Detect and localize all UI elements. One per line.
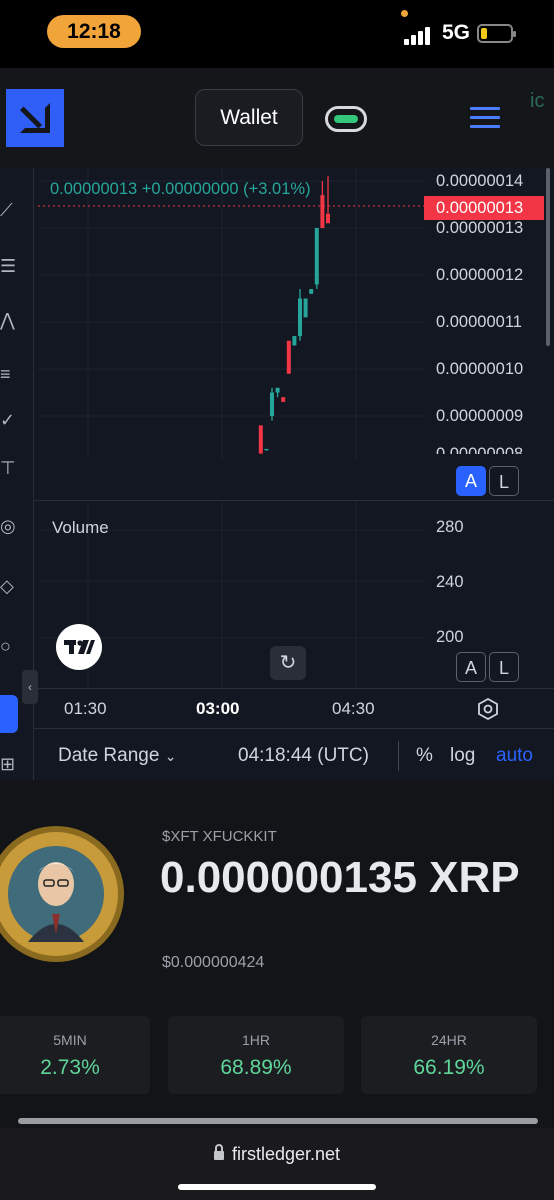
candle-body [270,392,274,416]
price-label: 0.00000009 [436,407,524,425]
emoji-icon[interactable]: ◎ [0,514,18,538]
candle-body [309,289,314,294]
stat-card-1hr[interactable]: 1HR 68.89% [168,1016,344,1094]
volume-scale-label: 240 [436,573,464,591]
app-header: Wallet ic [0,68,554,168]
price-chart-widget[interactable]: ⟋ ☰ ⋀ ≡ ✓ ⊤ ◎ ◇ ○ ⊞ ‹ 0.00000013 +0.0000… [0,168,554,780]
hamburger-menu-icon[interactable] [470,107,500,129]
date-range-dropdown[interactable]: Date Range ⌄ [58,745,176,767]
stat-value: 2.73% [40,1056,100,1079]
stat-label: 24HR [431,1032,467,1048]
candle-body [264,448,269,451]
candle-body [292,336,297,346]
chevron-down-icon: ⌄ [164,748,177,764]
browser-address-bar[interactable]: firstledger.net [0,1128,554,1200]
volume-auto-scale-button[interactable]: A [456,652,486,682]
log-scale-toggle[interactable]: log [450,745,475,767]
price-scale[interactable]: 0.00000014 0.00000013 0.00000013 0.00000… [424,168,554,460]
candle-body [303,298,308,318]
chart-legend: 0.00000013 +0.00000000 (+3.01%) [50,180,311,198]
price-label: 0.00000011 [436,313,522,331]
status-bar: 12:18 5G [0,0,554,68]
volume-scale-label: 200 [436,628,464,646]
candle-body [281,397,286,402]
brush-icon[interactable]: ✓ [0,408,18,432]
price-label: 0.00000008 [436,445,524,454]
projection-icon[interactable]: ≡ [0,362,18,386]
wallet-button[interactable]: Wallet [195,89,303,146]
privacy-indicator-dot [401,10,408,17]
token-info-section: $XFT XFUCKKIT 0.000000135 XRP $0.0000004… [0,780,554,1200]
pattern-icon[interactable]: ⋀ [0,308,18,332]
volume-scale-label: 280 [436,518,464,536]
volume-log-scale-button[interactable]: L [489,652,519,682]
price-label: 0.00000012 [436,266,524,284]
price-label: 0.00000010 [436,360,524,378]
battery-icon [477,24,516,43]
stat-label: 5MIN [53,1032,87,1048]
candle-body [258,425,263,454]
zoom-icon[interactable]: ○ [0,634,18,658]
firstledger-logo[interactable] [6,89,64,147]
last-price-tag: 0.00000013 [424,196,544,220]
auto-scale-toggle[interactable]: auto [496,745,533,767]
trend-line-icon[interactable]: ⟋ [0,198,18,222]
price-label: 0.00000013 [436,219,524,237]
utc-clock[interactable]: 04:18:44 (UTC) [238,745,369,767]
fib-retracement-icon[interactable]: ☰ [0,254,18,278]
stat-card-24hr[interactable]: 24HR 66.19% [361,1016,537,1094]
token-avatar [0,826,124,962]
time-label: 03:00 [196,699,240,718]
page-scrollbar[interactable] [546,168,550,346]
tradingview-logo[interactable] [56,624,102,670]
stat-value: 66.19% [413,1056,485,1079]
candle-body [298,298,302,337]
reset-chart-icon[interactable]: ↻ [270,646,306,680]
candle-body [320,195,325,228]
candle-body [326,213,330,224]
token-usd-price: $0.000000424 [162,954,265,971]
stat-label: 1HR [241,1032,270,1048]
log-scale-button[interactable]: L [489,466,519,496]
time-label: 01:30 [64,699,107,718]
date-range-label: Date Range [58,745,160,766]
auto-scale-button[interactable]: A [456,466,486,496]
header-edge-text: ic [530,90,545,112]
network-type: 5G [442,21,471,44]
stat-card-5min[interactable]: 5MIN 2.73% [0,1016,150,1094]
candle-body [275,387,280,393]
lock-icon [213,1144,224,1160]
home-indicator[interactable] [178,1184,376,1190]
signal-icon [404,27,434,45]
token-ticker: $XFT XFUCKKIT [162,828,277,845]
candle-body [286,340,291,374]
text-tool-icon[interactable]: ⊤ [0,456,18,480]
range-bar-separator [398,741,399,771]
token-price: 0.000000135 XRP [160,853,520,902]
status-time: 12:18 [47,15,141,48]
volume-title: Volume [52,518,109,537]
ruler-icon[interactable]: ◇ [0,574,18,598]
price-label: 0.00000014 [436,172,524,190]
percent-scale-toggle[interactable]: % [416,745,433,767]
price-pane[interactable] [38,168,424,460]
range-bar: Date Range ⌄ 04:18:44 (UTC) % log auto [34,728,554,780]
page-url: firstledger.net [231,1144,341,1164]
stat-value: 68.89% [220,1056,292,1079]
page-scroll-indicator [18,1118,538,1124]
candle-body [314,228,319,285]
chart-settings-icon[interactable] [476,697,500,721]
magnet-icon[interactable] [0,695,18,733]
lock-drawings-icon[interactable]: ⊞ [0,752,18,776]
time-label: 04:30 [332,699,375,718]
theme-toggle[interactable] [325,106,367,132]
